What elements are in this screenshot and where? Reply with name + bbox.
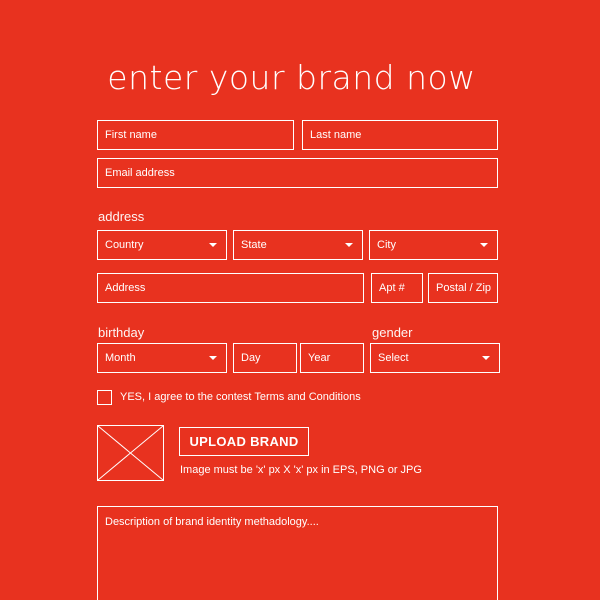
- page-title: enter your brand now: [107, 58, 476, 97]
- first-name-input[interactable]: First name: [97, 120, 294, 150]
- brand-image-preview: [97, 425, 164, 481]
- image-placeholder-icon: [98, 426, 163, 480]
- country-select-value: Country: [105, 239, 144, 251]
- apt-placeholder: Apt #: [379, 282, 405, 294]
- chevron-down-icon: [209, 243, 217, 247]
- gender-select-value: Select: [378, 352, 409, 364]
- address-section-label: address: [98, 209, 145, 224]
- state-select-value: State: [241, 239, 267, 251]
- upload-brand-button-label: UPLOAD BRAND: [189, 434, 299, 449]
- brand-description-textarea[interactable]: Description of brand identity methadolog…: [97, 506, 498, 600]
- chevron-down-icon: [480, 243, 488, 247]
- birth-year-placeholder: Year: [308, 352, 331, 364]
- brand-description-placeholder: Description of brand identity methadolog…: [105, 516, 319, 528]
- postal-input[interactable]: Postal / Zip: [428, 273, 498, 303]
- last-name-input[interactable]: Last name: [302, 120, 498, 150]
- brand-entry-form-page: enter your brand now First name Last nam…: [0, 0, 600, 600]
- birth-day-placeholder: Day: [241, 352, 261, 364]
- city-select-value: City: [377, 239, 396, 251]
- gender-select[interactable]: Select: [370, 343, 500, 373]
- upload-brand-button[interactable]: UPLOAD BRAND: [179, 427, 309, 456]
- birth-month-value: Month: [105, 352, 136, 364]
- chevron-down-icon: [345, 243, 353, 247]
- chevron-down-icon: [209, 356, 217, 360]
- upload-hint-text: Image must be 'x' px X 'x' px in EPS, PN…: [180, 464, 422, 476]
- birthday-section-label: birthday: [98, 325, 145, 340]
- birth-day-input[interactable]: Day: [233, 343, 297, 373]
- birth-month-select[interactable]: Month: [97, 343, 227, 373]
- city-select[interactable]: City: [369, 230, 498, 260]
- address-input[interactable]: Address: [97, 273, 364, 303]
- postal-placeholder: Postal / Zip: [436, 282, 492, 294]
- email-placeholder: Email address: [105, 167, 175, 179]
- first-name-placeholder: First name: [105, 129, 157, 141]
- state-select[interactable]: State: [233, 230, 363, 260]
- gender-section-label: gender: [372, 325, 413, 340]
- chevron-down-icon: [482, 356, 490, 360]
- email-input[interactable]: Email address: [97, 158, 498, 188]
- terms-checkbox[interactable]: [97, 390, 112, 405]
- birth-year-input[interactable]: Year: [300, 343, 364, 373]
- terms-checkbox-label[interactable]: YES, I agree to the contest Terms and Co…: [120, 391, 361, 403]
- country-select[interactable]: Country: [97, 230, 227, 260]
- last-name-placeholder: Last name: [310, 129, 362, 141]
- apt-input[interactable]: Apt #: [371, 273, 423, 303]
- address-placeholder: Address: [105, 282, 146, 294]
